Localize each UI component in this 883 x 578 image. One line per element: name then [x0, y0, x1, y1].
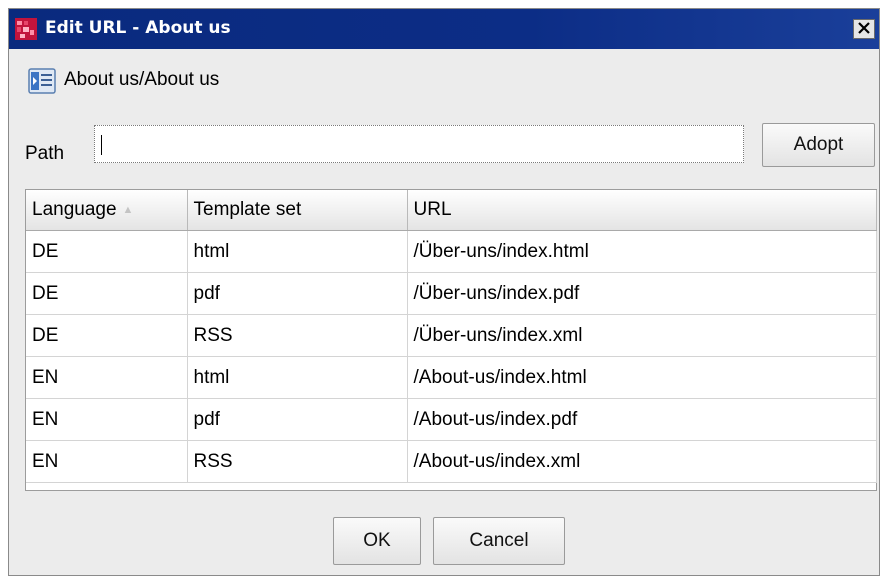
cell-language: DE: [26, 272, 188, 315]
column-header-label: Template set: [193, 199, 302, 220]
table-row[interactable]: DE RSS /Über-uns/index.xml: [26, 314, 877, 357]
cell-language: EN: [26, 440, 188, 483]
column-header-template-set[interactable]: Template set: [187, 190, 408, 231]
table-row[interactable]: EN RSS /About-us/index.xml: [26, 440, 877, 483]
cell-template-set: html: [187, 230, 408, 273]
cell-language: EN: [26, 356, 188, 399]
cell-template-set: RSS: [187, 440, 408, 483]
table-row[interactable]: DE pdf /Über-uns/index.pdf: [26, 272, 877, 315]
cell-language: DE: [26, 230, 188, 273]
table-row[interactable]: EN pdf /About-us/index.pdf: [26, 398, 877, 441]
cell-url[interactable]: /Über-uns/index.xml: [407, 314, 877, 357]
cell-url[interactable]: /About-us/index.html: [407, 356, 877, 399]
cell-template-set: pdf: [187, 272, 408, 315]
title-bar[interactable]: Edit URL - About us: [9, 9, 879, 49]
cell-url[interactable]: /About-us/index.xml: [407, 440, 877, 483]
cell-template-set: pdf: [187, 398, 408, 441]
app-logo-icon: [15, 18, 37, 40]
url-table: Language ▲ Template set URL DE html /Über…: [25, 189, 877, 491]
path-label: Path: [25, 143, 65, 164]
cell-template-set: html: [187, 356, 408, 399]
adopt-button[interactable]: Adopt: [762, 123, 875, 167]
cell-language: EN: [26, 398, 188, 441]
table-row[interactable]: EN html /About-us/index.html: [26, 356, 877, 399]
cell-url[interactable]: /Über-uns/index.html: [407, 230, 877, 273]
column-header-url[interactable]: URL: [407, 190, 877, 231]
document-path: About us/About us: [64, 69, 220, 90]
dialog-title: Edit URL - About us: [45, 18, 231, 38]
cell-language: DE: [26, 314, 188, 357]
close-icon: [858, 18, 870, 40]
path-input[interactable]: [94, 125, 744, 163]
close-button[interactable]: [853, 19, 875, 39]
cell-url[interactable]: /About-us/index.pdf: [407, 398, 877, 441]
sort-ascending-icon: ▲: [122, 203, 134, 216]
cell-url[interactable]: /Über-uns/index.pdf: [407, 272, 877, 315]
text-cursor: [101, 135, 102, 155]
table-row[interactable]: DE html /Über-uns/index.html: [26, 230, 877, 273]
cell-template-set: RSS: [187, 314, 408, 357]
column-header-label: Language: [32, 199, 117, 220]
edit-url-dialog: Edit URL - About us About us/About us Pa…: [8, 8, 880, 576]
page-properties-icon: [28, 68, 56, 94]
cancel-button[interactable]: Cancel: [433, 517, 565, 565]
table-header-row: Language ▲ Template set URL: [26, 190, 877, 231]
ok-button[interactable]: OK: [333, 517, 421, 565]
column-header-language[interactable]: Language ▲: [26, 190, 188, 231]
column-header-label: URL: [413, 199, 452, 220]
